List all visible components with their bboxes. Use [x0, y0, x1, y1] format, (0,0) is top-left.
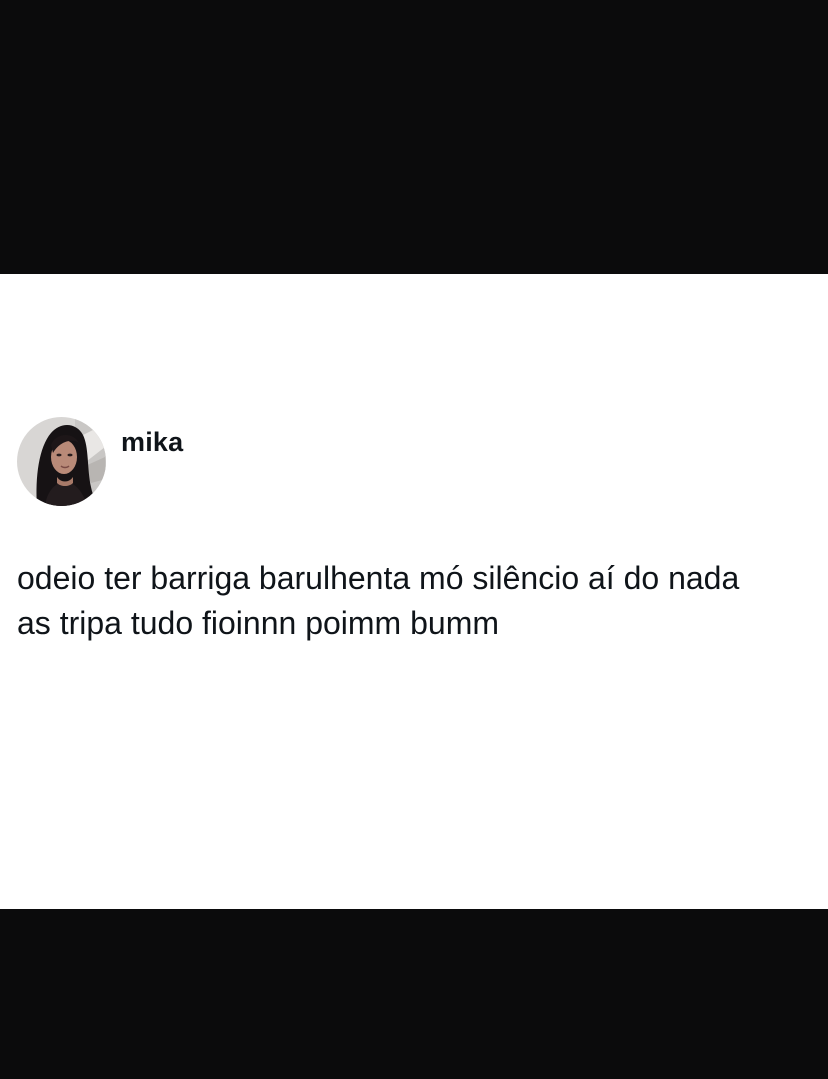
profile-photo-icon [17, 417, 106, 506]
tweet-card: mika odeio ter barriga barulhenta mó sil… [0, 274, 828, 909]
bottom-letterbox-bar [0, 909, 828, 1079]
avatar[interactable] [17, 417, 106, 506]
author-display-name[interactable]: mika [121, 427, 183, 458]
tweet-text: odeio ter barriga barulhenta mó silêncio… [17, 556, 817, 646]
tweet-text-line: as tripa tudo fioinnn poimm bumm [17, 605, 499, 641]
tweet-text-line: odeio ter barriga barulhenta mó silêncio… [17, 560, 740, 596]
top-letterbox-bar [0, 0, 828, 274]
